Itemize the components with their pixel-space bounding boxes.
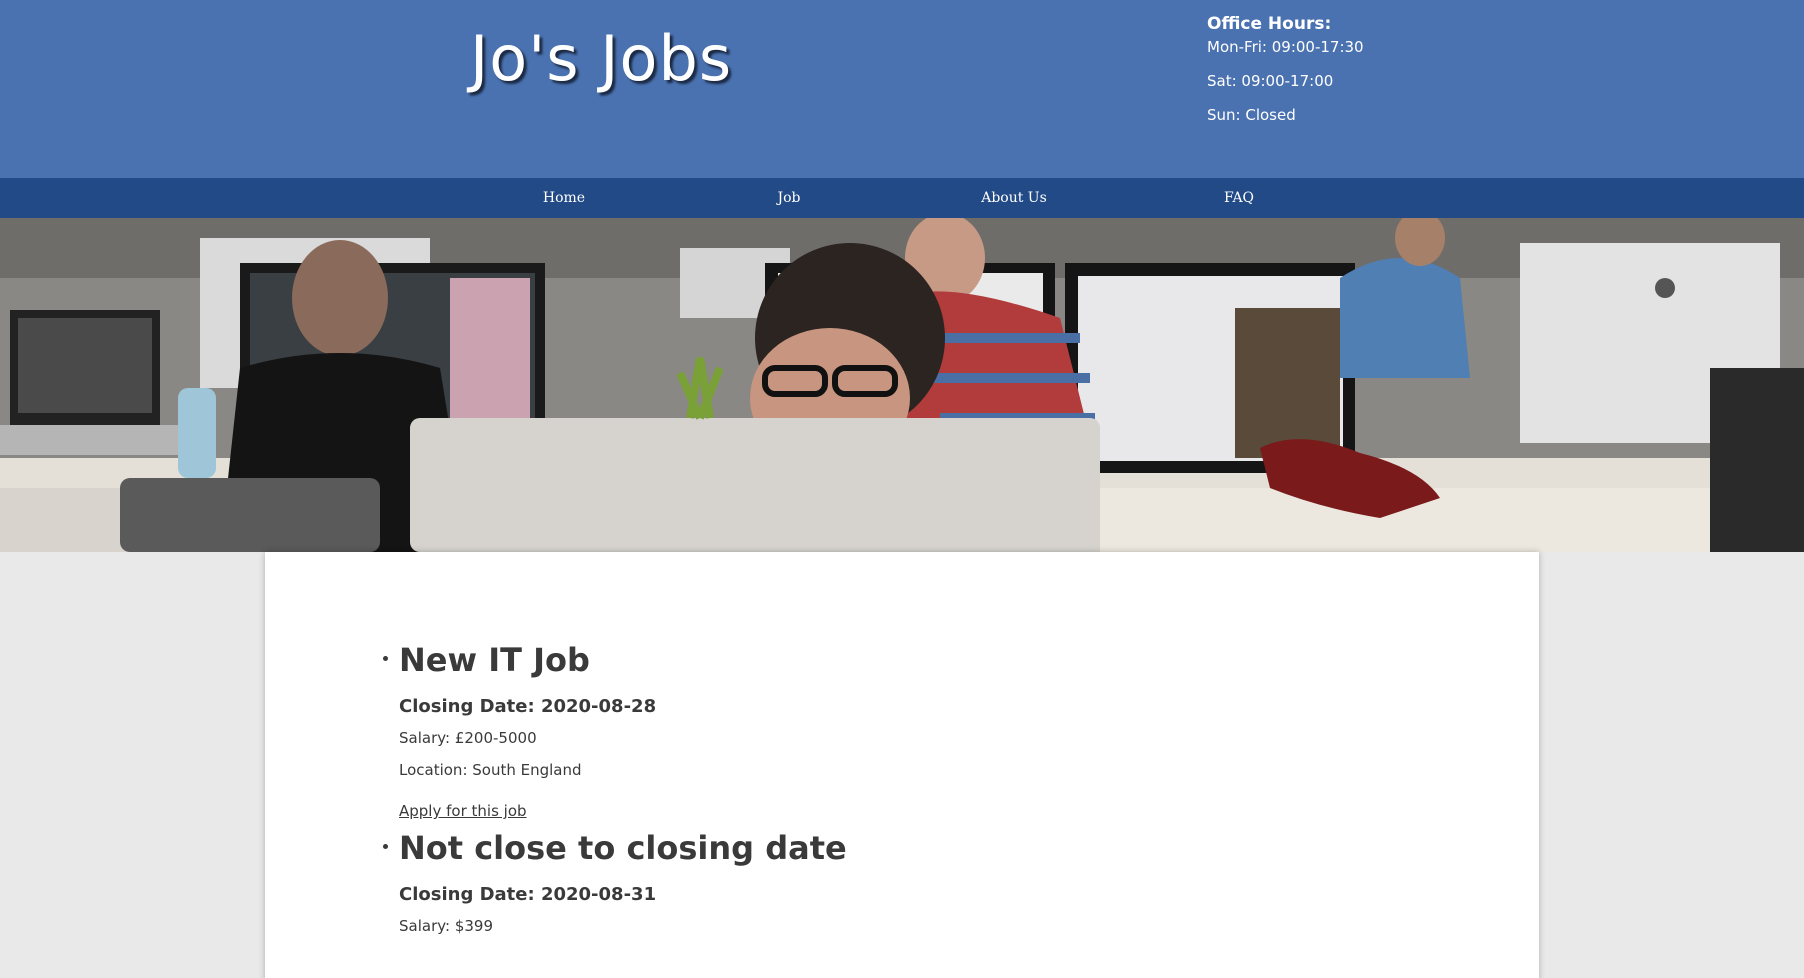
nav-faq-link[interactable]: FAQ bbox=[1179, 178, 1299, 218]
job-salary: Salary: $399 bbox=[399, 917, 494, 935]
job-listing-panel: New IT Job Closing Date: 2020-08-28 Sala… bbox=[265, 552, 1539, 978]
hero-banner-image bbox=[0, 218, 1804, 552]
nav-home-link[interactable]: Home bbox=[504, 178, 624, 218]
site-header: Jo's Jobs Office Hours: Mon-Fri: 09:00-1… bbox=[0, 0, 1804, 178]
nav-job-link[interactable]: Job bbox=[729, 178, 849, 218]
job-list: New IT Job Closing Date: 2020-08-28 Sala… bbox=[383, 640, 847, 948]
office-hours-heading: Office Hours: bbox=[1207, 14, 1332, 34]
apply-for-job-link[interactable]: Apply for this job bbox=[399, 802, 527, 820]
bullet-icon bbox=[383, 656, 388, 661]
job-title: New IT Job bbox=[399, 641, 590, 679]
job-location: Location: South England bbox=[399, 761, 582, 779]
office-hours-sunday: Sun: Closed bbox=[1207, 106, 1296, 124]
nav-about-us-link[interactable]: About Us bbox=[954, 178, 1074, 218]
office-hours: Office Hours: Mon-Fri: 09:00-17:30 Sat: … bbox=[1207, 14, 1364, 140]
job-list-item: New IT Job Closing Date: 2020-08-28 Sala… bbox=[383, 640, 847, 828]
job-salary: Salary: £200-5000 bbox=[399, 729, 537, 747]
site-title: Jo's Jobs bbox=[470, 22, 733, 95]
office-hours-weekday: Mon-Fri: 09:00-17:30 bbox=[1207, 38, 1364, 56]
job-list-item: Not close to closing date Closing Date: … bbox=[383, 828, 847, 936]
job-title: Not close to closing date bbox=[399, 829, 847, 867]
bullet-icon bbox=[383, 844, 388, 849]
job-closing-date: Closing Date: 2020-08-28 bbox=[399, 696, 657, 717]
main-nav: Home Job About Us FAQ bbox=[0, 178, 1804, 218]
job-closing-date: Closing Date: 2020-08-31 bbox=[399, 884, 657, 905]
office-hours-saturday: Sat: 09:00-17:00 bbox=[1207, 72, 1334, 90]
